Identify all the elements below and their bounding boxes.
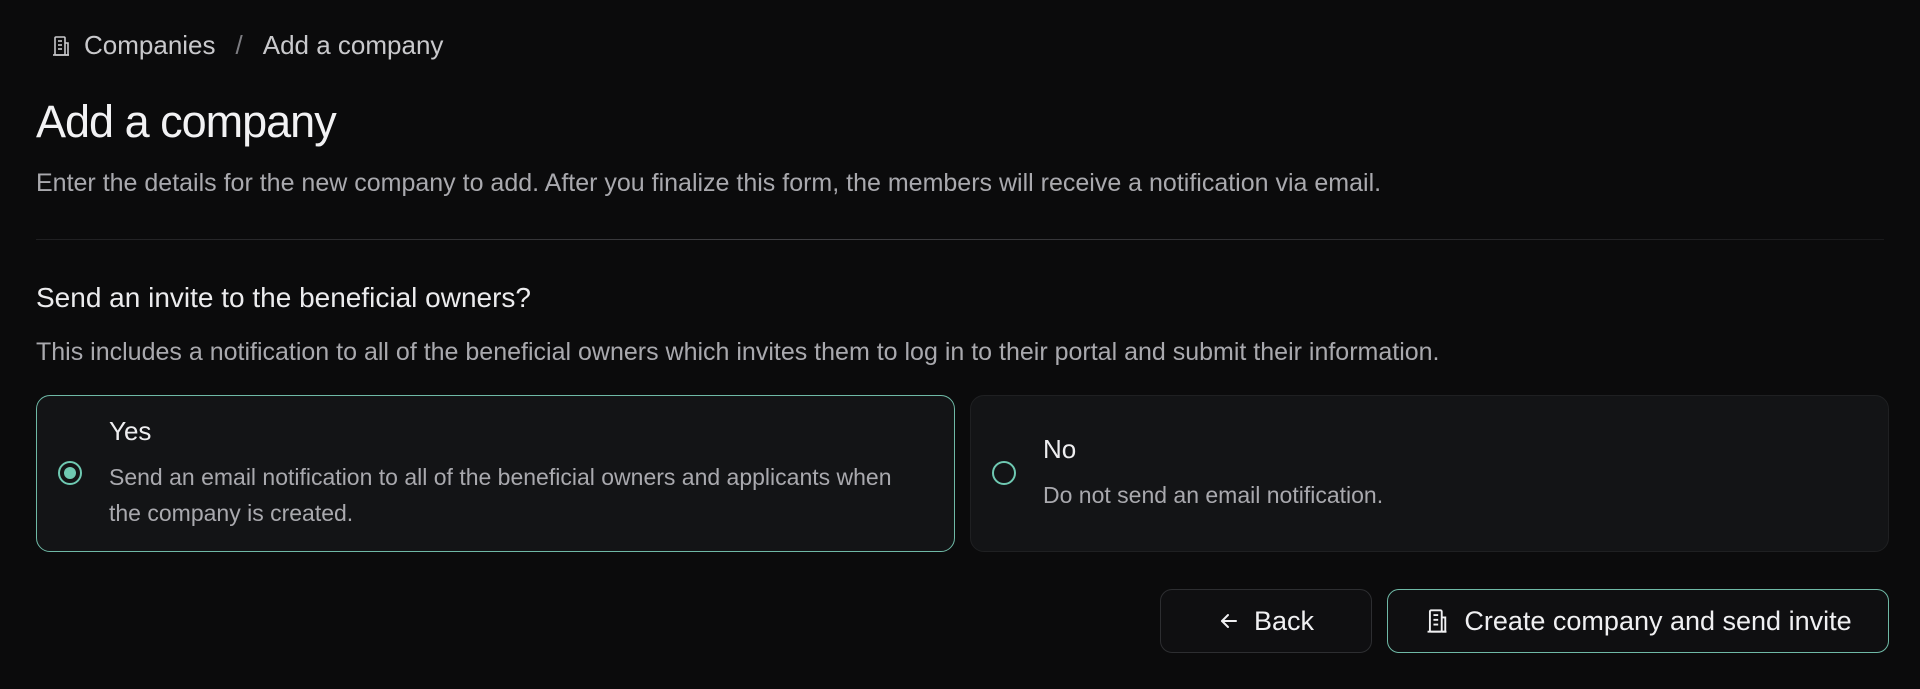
breadcrumb-companies-link[interactable]: Companies	[84, 30, 216, 61]
invite-option-no-text: No Do not send an email notification.	[1043, 434, 1848, 513]
section-divider	[36, 239, 1884, 240]
radio-yes[interactable]	[58, 460, 82, 485]
breadcrumb-separator: /	[235, 30, 243, 60]
invite-option-yes[interactable]: Yes Send an email notification to all of…	[36, 395, 955, 552]
page-title: Add a company	[36, 96, 337, 147]
invite-option-yes-label: Yes	[109, 416, 152, 446]
building-icon	[1424, 608, 1450, 634]
invite-option-no[interactable]: No Do not send an email notification.	[970, 395, 1889, 552]
invite-option-no-description: Do not send an email notification.	[1043, 482, 1384, 508]
create-company-button[interactable]: Create company and send invite	[1387, 589, 1889, 653]
invite-option-yes-description: Send an email notification to all of the…	[109, 464, 892, 526]
back-button[interactable]: Back	[1160, 589, 1372, 653]
create-company-button-label: Create company and send invite	[1464, 605, 1852, 636]
page-subtitle: Enter the details for the new company to…	[36, 169, 1382, 197]
invite-option-yes-text: Yes Send an email notification to all of…	[109, 416, 914, 531]
back-button-label: Back	[1253, 605, 1315, 636]
building-icon	[50, 35, 72, 57]
invite-section-title: Send an invite to the beneficial owners?	[36, 282, 531, 313]
invite-section-description: This includes a notification to all of t…	[36, 338, 1440, 366]
breadcrumb-current: Add a company	[262, 30, 444, 60]
arrow-left-icon	[1218, 610, 1240, 632]
invite-option-no-label: No	[1043, 434, 1077, 464]
radio-no[interactable]	[992, 460, 1016, 485]
add-company-page: Companies / Add a company Add a company …	[0, 0, 1920, 689]
breadcrumb: Companies / Add a company	[50, 30, 443, 61]
